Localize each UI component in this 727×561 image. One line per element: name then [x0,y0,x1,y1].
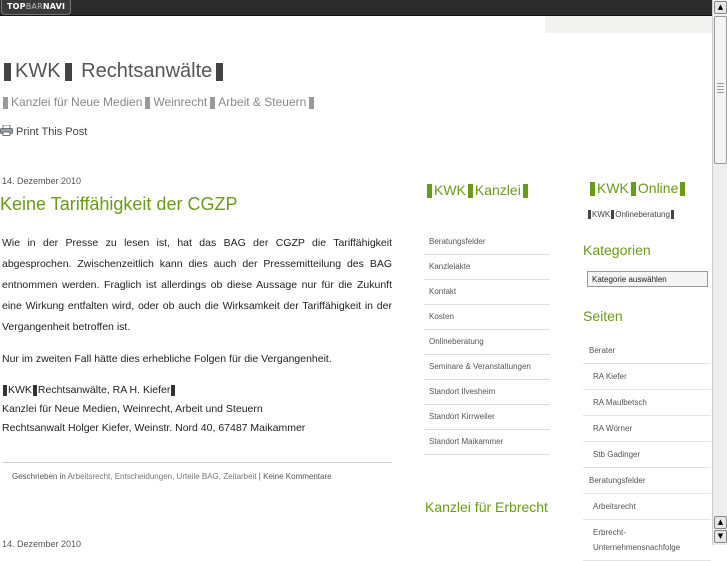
sidebar-erbrecht-heading: Kanzlei für Erbrecht [425,499,548,515]
topbar-navi-tab[interactable]: TOPBARNAVI [1,0,72,15]
sig-bar-mark [32,384,37,396]
sig-bar-mark [3,384,7,396]
chevron-up-icon[interactable]: ▲ [714,1,727,14]
pages-list-item[interactable]: Arbeitsrecht [583,494,711,520]
tagline-bar-mark [309,96,315,109]
categories-heading: Kategorien [583,242,651,258]
sig-name: Rechtsanwälte, RA H. Kiefer [37,384,171,396]
pages-list-item[interactable]: Beratungsfelder [583,468,711,494]
heading-bar-mark [522,184,528,199]
sub-kwk: KWK [592,210,611,219]
sig-bar-mark [171,384,176,396]
chevron-down-icon[interactable]: ▼ [714,530,727,543]
heading-kwk: KWK [434,182,466,198]
sub-bar-mark [611,210,615,220]
post-title[interactable]: Keine Tariffähigkeit der CGZP [0,194,237,215]
sidebar-online-heading: KWK Online [588,180,713,197]
topbar-shadow [545,16,713,33]
print-post-label: Print This Post [16,126,88,138]
kanzlei-menu: Beratungsfelder Kanzleiakte Kontakt Kost… [424,230,550,455]
kanzlei-menu-item[interactable]: Standort Ilvesheim [424,380,550,405]
post-meta: Geschrieben in Arbeitsrecht, Entscheidun… [2,462,392,481]
topbar: TOPBARNAVI [0,0,713,16]
post-meta-prefix: Geschrieben in [12,472,66,481]
site-title[interactable]: KWK Rechtsanwälte [0,60,227,83]
printer-icon [0,125,13,136]
kanzlei-menu-item[interactable]: Onlineberatung [424,330,550,355]
heading-bar-mark [427,184,432,199]
kanzlei-menu-item[interactable]: Kontakt [424,280,550,305]
sig-kwk: KWK [8,384,32,396]
site-title-rechtsanwaelte: Rechtsanwälte [81,60,213,82]
onlineberatung-link[interactable]: KWK Onlineberatung [587,210,675,220]
kanzlei-menu-item[interactable]: Standort Maikammer [424,430,550,455]
sig-line: Kanzlei für Neue Medien, Weinrecht, Arbe… [2,403,263,415]
sig-line: Rechtsanwalt Holger Kiefer, Weinstr. Nor… [2,422,306,434]
kanzlei-menu-item[interactable]: Standort Kirrweiler [424,405,550,430]
tagline-bar-mark [3,96,8,109]
post-categories-link[interactable]: Arbeitsrecht, Entscheidungen, Urteile BA… [68,472,257,481]
print-post-link[interactable]: Print This Post [0,125,87,138]
sub-onlineberatung: Onlineberatung [615,210,670,219]
topbar-label-top: TOP [7,2,26,11]
heading-bar-mark [467,184,473,199]
kanzlei-menu-item[interactable]: Kosten [424,305,550,330]
sub-bar-mark [588,210,591,220]
sub-bar-mark [670,210,674,220]
heading-online: Online [637,180,679,196]
post-date: 14. Dezember 2010 [2,176,82,186]
tagline-bar-mark [145,96,151,109]
pages-list-item[interactable]: Berater [583,338,711,364]
kanzlei-menu-item[interactable]: Beratungsfelder [424,230,550,255]
tagline-part: Arbeit & Steuern [218,95,307,109]
post-comments-link[interactable]: Keine Kommentare [263,472,331,481]
sidebar-kanzlei-heading: KWK Kanzlei [425,179,555,201]
heading-bar-mark [630,182,636,197]
kanzlei-menu-item[interactable]: Seminare & Veranstaltungen [424,355,550,380]
heading-kwk: KWK [597,180,629,196]
vertical-scrollbar[interactable]: ▲ ▲ ▼ [712,0,727,545]
site-title-kwk: KWK [15,60,61,82]
pages-list-item[interactable]: Erbrecht-Unternehmensnachfolge [583,520,711,561]
post-paragraph: Wie in der Presse zu lesen ist, hat das … [2,237,392,333]
post-signature: KWK Rechtsanwälte, RA H. Kiefer Kanzlei f… [2,381,392,438]
title-bar-mark [4,62,11,81]
heading-kanzlei: Kanzlei [474,182,521,198]
pages-list-item[interactable]: RA Wörner [583,416,711,442]
pages-list-item[interactable]: Stb Gadinger [583,442,711,468]
title-bar-mark [216,62,224,81]
pages-list-item[interactable]: RA Kiefer [583,364,711,390]
post-body: Wie in der Presse zu lesen ist, hat das … [2,233,392,438]
post-paragraph: Nur im zweiten Fall hätte dies erheblich… [2,353,332,365]
grip-icon [717,83,724,93]
scrollbar-thumb[interactable] [714,16,727,164]
site-tagline: Kanzlei für Neue Medien Weinrecht Arbeit &… [0,95,317,109]
tagline-part: Kanzlei für Neue Medien [11,95,143,109]
pages-list: Berater RA Kiefer RA Maulbetsch RA Wörne… [583,338,711,561]
title-bar-mark [64,62,72,81]
next-post-date: 14. Dezember 2010 [2,539,82,549]
pages-heading: Seiten [583,308,623,324]
categories-select[interactable]: Kategorie auswählen [587,271,708,287]
topbar-label-navi: NAVI [42,2,66,11]
tagline-part: Weinrecht [153,95,208,109]
pages-list-item[interactable]: RA Maulbetsch [583,390,711,416]
tagline-bar-mark [210,96,216,109]
chevron-up-icon[interactable]: ▲ [714,516,727,529]
topbar-label-bar: BAR [25,2,43,11]
heading-bar-mark [680,182,686,197]
heading-bar-mark [590,182,595,197]
kanzlei-menu-item[interactable]: Kanzleiakte [424,255,550,280]
